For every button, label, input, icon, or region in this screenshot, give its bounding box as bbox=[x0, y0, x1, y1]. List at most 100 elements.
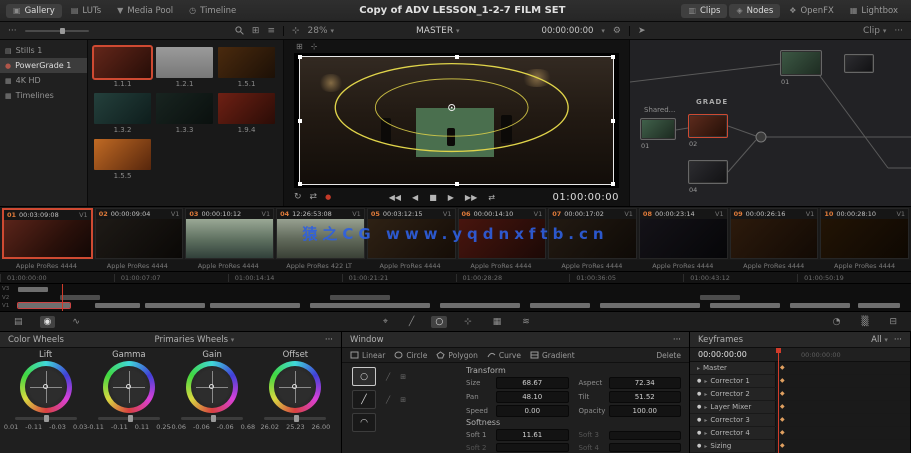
gain-master-slider[interactable] bbox=[181, 415, 244, 422]
timeline-toggle-button[interactable]: ◷ Timeline bbox=[182, 4, 243, 18]
soft3-field[interactable]: Soft 3 bbox=[579, 429, 681, 441]
clip-node-dropdown[interactable]: Clip ▾ bbox=[863, 26, 886, 36]
enable-dot-icon[interactable]: ● bbox=[697, 404, 701, 410]
nodes-toggle-button[interactable]: ◈ Nodes bbox=[729, 3, 781, 18]
keyframe-diamond-icon[interactable]: ◆ bbox=[780, 364, 785, 371]
timeline-playhead[interactable] bbox=[62, 284, 63, 311]
first-frame-button[interactable]: ◀◀ bbox=[389, 193, 401, 202]
keyframes-filter-dropdown[interactable]: All ▾ bbox=[871, 335, 888, 345]
offset-master-slider[interactable] bbox=[264, 415, 327, 422]
invert-mask-icon[interactable]: ⊞ bbox=[400, 396, 406, 404]
gallery-still[interactable]: 1.3.2 bbox=[94, 93, 151, 134]
keyframe-row-corrector3[interactable]: ● ▸ Corrector 3 ◆ bbox=[690, 414, 910, 427]
gamma-color-wheel[interactable] bbox=[102, 361, 155, 413]
gallery-still[interactable]: 1.5.5 bbox=[94, 139, 151, 180]
clips-toggle-button[interactable]: ▥ Clips bbox=[681, 3, 728, 18]
keyframe-track[interactable]: ◆ bbox=[775, 362, 910, 374]
node-02[interactable] bbox=[688, 114, 728, 138]
speed-field[interactable]: Speed 0.00 bbox=[466, 405, 569, 417]
keyframe-track[interactable]: ◆ bbox=[775, 388, 910, 400]
stop-button[interactable]: ■ bbox=[429, 193, 437, 202]
soft4-field[interactable]: Soft 4 bbox=[579, 443, 681, 452]
timeline-clip[interactable]: 01 00:03:09:08 V1 bbox=[2, 208, 93, 259]
timeline-clip[interactable]: 03 00:00:10:12 V1 bbox=[185, 208, 275, 259]
invert-mask-icon[interactable]: ⊞ bbox=[400, 373, 406, 381]
opacity-field[interactable]: Opacity 100.00 bbox=[579, 405, 681, 417]
timeline-clip[interactable]: 07 00:00:17:02 V1 bbox=[548, 208, 637, 259]
pan-tool-icon[interactable]: ⊹ bbox=[292, 26, 300, 36]
expand-icon[interactable]: ▸ bbox=[704, 378, 707, 385]
onscreen-controls-icon[interactable]: ⊹ bbox=[311, 42, 318, 51]
blur-tool-icon[interactable]: ▦ bbox=[489, 316, 506, 328]
keyframe-diamond-icon[interactable]: ◆ bbox=[780, 390, 785, 397]
expand-panel-icon[interactable]: ⊟ bbox=[885, 316, 901, 328]
color-wheels-tool-icon[interactable]: ◉ bbox=[39, 315, 56, 328]
expand-icon[interactable]: ▸ bbox=[704, 404, 707, 411]
delete-window-button[interactable]: Delete bbox=[656, 351, 681, 360]
play-button[interactable]: ▶ bbox=[448, 193, 454, 202]
expand-icon[interactable]: ▸ bbox=[704, 443, 707, 450]
camera-raw-tool-icon[interactable]: ▤ bbox=[10, 316, 27, 328]
node-04[interactable] bbox=[688, 160, 728, 184]
keyframe-row-layer-mixer[interactable]: ● ▸ Layer Mixer ◆ bbox=[690, 401, 910, 414]
gallery-toggle-button[interactable]: ▣ Gallery bbox=[6, 3, 62, 18]
grab-still-icon[interactable]: ● bbox=[325, 193, 331, 201]
last-frame-button[interactable]: ▶▶ bbox=[465, 193, 477, 202]
offset-color-wheel[interactable] bbox=[269, 361, 322, 413]
linear-window-button[interactable]: Linear bbox=[350, 351, 385, 360]
keyframe-row-sizing[interactable]: ● ▸ Sizing ◆ bbox=[690, 440, 910, 453]
timeline-clip[interactable]: 06 00:00:14:10 V1 bbox=[457, 208, 547, 259]
keyframe-track[interactable]: ◆ bbox=[775, 401, 910, 413]
gallery-menu-button[interactable]: ··· bbox=[8, 26, 17, 36]
expand-icon[interactable]: ▸ bbox=[704, 391, 707, 398]
pen-tool-icon[interactable]: ╱ bbox=[405, 316, 418, 328]
search-icon[interactable] bbox=[235, 26, 244, 35]
keyframe-row-master[interactable]: ▸ Master ◆ bbox=[690, 362, 910, 375]
sidebar-item-timelines[interactable]: ▦ Timelines bbox=[0, 88, 87, 103]
grid-view-icon[interactable]: ⊞ bbox=[252, 26, 260, 36]
info-icon[interactable]: ▒ bbox=[858, 316, 873, 328]
gallery-still[interactable]: 1.2.1 bbox=[156, 47, 213, 88]
gradient-window-button[interactable]: Gradient bbox=[530, 351, 575, 360]
soft2-field[interactable]: Soft 2 bbox=[466, 443, 569, 452]
gallery-still[interactable]: 1.5.1 bbox=[218, 47, 275, 88]
mini-timeline[interactable]: V3 V2 V1 bbox=[0, 283, 911, 311]
keyframe-track[interactable]: ◆ bbox=[775, 440, 910, 452]
node-01[interactable] bbox=[640, 118, 676, 140]
tilt-field[interactable]: Tilt 51.52 bbox=[579, 391, 681, 403]
cursor-tool-icon[interactable]: ➤ bbox=[638, 26, 646, 36]
timeline-clip[interactable]: 04 12:26:53:08 V1 bbox=[276, 208, 365, 259]
polygon-window-button[interactable]: Polygon bbox=[436, 351, 478, 360]
keyframe-diamond-icon[interactable]: ◆ bbox=[780, 442, 785, 449]
zoom-level-dropdown[interactable]: 28% ▾ bbox=[308, 26, 334, 36]
active-circle-window-slot[interactable]: ○ bbox=[352, 367, 376, 386]
wheels-mode-dropdown[interactable]: Primaries Wheels ▾ bbox=[155, 335, 235, 345]
gallery-still[interactable]: 1.9.4 bbox=[218, 93, 275, 134]
timeline-clip[interactable]: 10 00:00:28:10 V1 bbox=[820, 208, 910, 259]
curve-window-slot[interactable]: ◠ bbox=[352, 413, 376, 432]
keyframe-track[interactable]: ◆ bbox=[775, 414, 910, 426]
keyframe-row-corrector4[interactable]: ● ▸ Corrector 4 ◆ bbox=[690, 427, 910, 440]
lightbox-toggle-button[interactable]: ▦ Lightbox bbox=[843, 4, 905, 18]
openfx-toggle-button[interactable]: ❖ OpenFX bbox=[782, 4, 841, 18]
lift-color-wheel[interactable] bbox=[19, 361, 72, 413]
nodes-menu-button[interactable]: ··· bbox=[894, 26, 903, 36]
loop-playback-button[interactable]: ⇄ bbox=[488, 193, 495, 202]
enable-dot-icon[interactable]: ● bbox=[697, 378, 701, 384]
sidebar-item-stills[interactable]: ▤ Stills 1 bbox=[0, 43, 87, 58]
curve-window-button[interactable]: Curve bbox=[487, 351, 521, 360]
grid-overlay-icon[interactable]: ⊞ bbox=[296, 42, 303, 51]
gamma-master-slider[interactable] bbox=[97, 415, 160, 422]
unmix-icon[interactable]: ⇄ bbox=[310, 192, 318, 202]
window-menu-button[interactable]: ··· bbox=[673, 335, 681, 345]
key-tool-icon[interactable]: ≋ bbox=[518, 316, 534, 328]
keyframe-diamond-icon[interactable]: ◆ bbox=[780, 429, 785, 436]
keyframe-track[interactable]: ◆ bbox=[775, 375, 910, 387]
enable-dot-icon[interactable]: ● bbox=[697, 430, 701, 436]
wheels-menu-button[interactable]: ··· bbox=[325, 335, 333, 345]
pan-field[interactable]: Pan 48.10 bbox=[466, 391, 569, 403]
timeline-clip[interactable]: 08 00:00:23:14 V1 bbox=[638, 208, 728, 259]
enable-dot-icon[interactable]: ● bbox=[697, 443, 701, 449]
expand-icon[interactable]: ▸ bbox=[704, 417, 707, 424]
timeline-clip[interactable]: 05 00:03:12:15 V1 bbox=[366, 208, 456, 259]
